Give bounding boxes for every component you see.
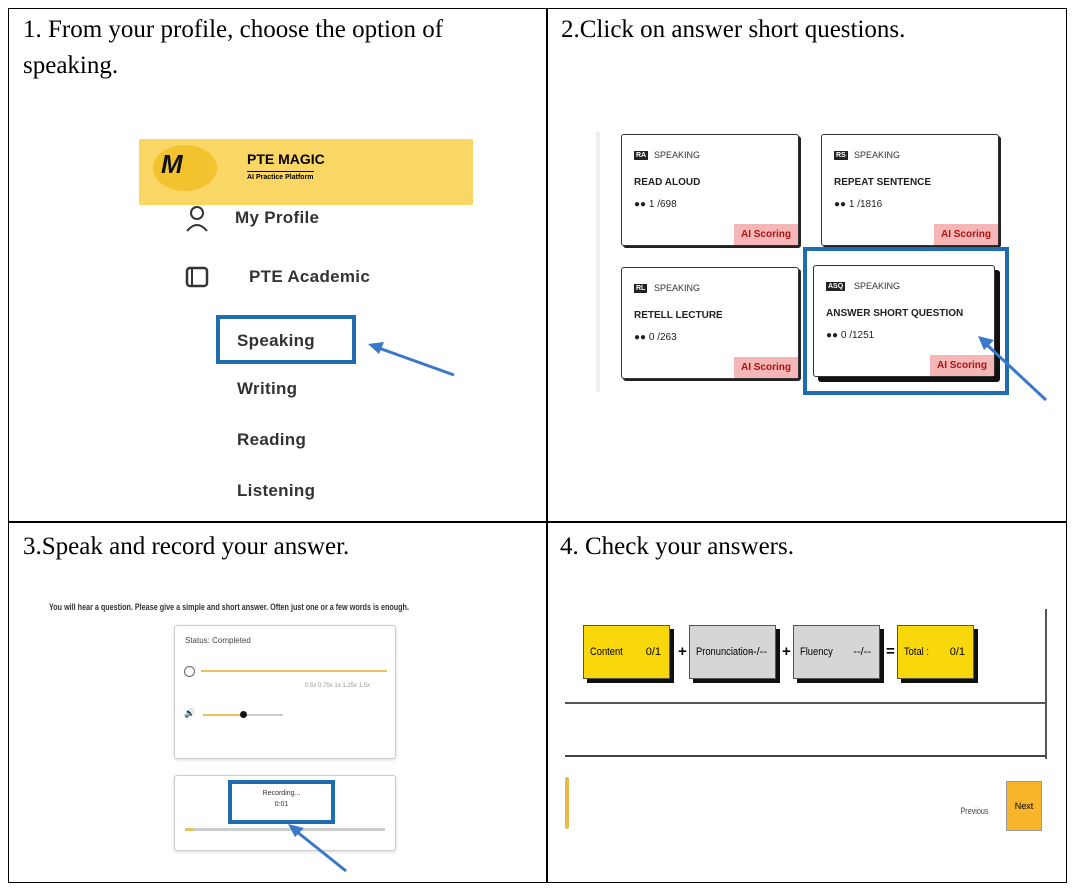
volume-slider-thumb[interactable] (240, 711, 247, 718)
fluency-score-box: Fluency --/-- (793, 625, 880, 679)
step-2-text: 2.Click on answer short questions. (561, 16, 906, 43)
ai-scoring-badge: AI Scoring (733, 224, 798, 245)
ra-icon: RA (634, 151, 649, 160)
sidebar-item-reading[interactable]: Reading (237, 430, 306, 450)
brand-name: PTE MAGIC (247, 151, 325, 167)
rl-icon: RL (634, 284, 648, 293)
speed-options[interactable]: 0.5x 0.75x 1x 1.25x 1.5x (305, 683, 370, 689)
instruction-table: 1. From your profile, choose the option … (8, 8, 1067, 883)
card-count: ●● 0 /263 (634, 332, 677, 343)
previous-button[interactable]: Previous (961, 806, 989, 816)
card-skill: SPEAKING (654, 283, 701, 293)
recording-progress-fill (185, 828, 193, 831)
status-text: Status: Completed (185, 636, 251, 645)
fluency-value: --/-- (853, 646, 871, 658)
logo-letter: M (161, 149, 183, 179)
pronunciation-value: --/-- (749, 646, 767, 658)
card-count: ●● 1 /1816 (834, 199, 883, 210)
asq-icon: ASQ (826, 282, 846, 291)
recording-status: Recording... (262, 790, 301, 797)
pronunciation-label: Pronunciation (696, 646, 754, 658)
user-icon (186, 206, 208, 232)
next-button[interactable]: Next (1006, 781, 1042, 831)
card-count: ●● 1 /698 (634, 199, 677, 210)
ai-scoring-badge: AI Scoring (733, 357, 798, 378)
card-answer-short-question[interactable]: ASQ SPEAKING ANSWER SHORT QUESTION ●● 0 … (813, 265, 995, 377)
card-count: ●● 0 /1251 (826, 330, 875, 341)
volume-icon: 🔊 (184, 708, 196, 718)
total-score-box: Total : 0/1 (897, 625, 974, 679)
recording-time: 0:01 (274, 801, 289, 808)
panel-divider (565, 702, 1046, 704)
card-skill: SPEAKING (854, 281, 901, 291)
fluency-label: Fluency (800, 646, 833, 658)
sidebar-item-writing[interactable]: Writing (237, 379, 297, 399)
question-instruction: You will hear a question. Please give a … (49, 602, 409, 612)
equals-sign: = (886, 643, 895, 660)
sidebar-item-speaking[interactable]: Speaking (237, 331, 315, 351)
step-1-text: 1. From your profile, choose the option … (23, 16, 444, 79)
play-icon[interactable] (184, 666, 195, 677)
column-divider (546, 9, 548, 882)
card-retell-lecture[interactable]: RL SPEAKING RETELL LECTURE ●● 0 /263 AI … (621, 267, 799, 379)
card-repeat-sentence[interactable]: RS SPEAKING REPEAT SENTENCE ●● 1 /1816 A… (821, 134, 999, 246)
brand-banner: M PTE MAGIC AI Practice Platform (139, 139, 473, 205)
sidebar-item-pte-academic[interactable]: PTE Academic (249, 267, 370, 287)
row-divider (9, 521, 1066, 523)
pronunciation-score-box: Pronunciation --/-- (689, 625, 776, 679)
card-title: REPEAT SENTENCE (834, 177, 932, 188)
panel-right-edge (1045, 609, 1047, 759)
panel-bottom-edge (565, 755, 1046, 757)
content-label: Content (590, 646, 623, 658)
content-value: 0/1 (645, 646, 661, 658)
pointer-arrow-icon (368, 342, 455, 377)
card-title: RETELL LECTURE (634, 310, 723, 321)
card-read-aloud[interactable]: RA SPEAKING READ ALOUD ●● 1 /698 AI Scor… (621, 134, 799, 246)
back-button-edge[interactable] (565, 777, 569, 829)
pointer-arrow-icon (288, 824, 347, 873)
card-title: READ ALOUD (634, 177, 701, 188)
card-skill: SPEAKING (854, 150, 901, 160)
playback-progress[interactable] (201, 670, 387, 672)
content-score-box: Content 0/1 (583, 625, 670, 679)
step-4-text: 4. Check your answers. (560, 533, 794, 560)
volume-fill (203, 714, 243, 716)
pointer-arrow-icon (978, 336, 1048, 402)
sidebar-item-my-profile[interactable]: My Profile (235, 208, 319, 228)
audio-player-panel: Status: Completed 0.5x 0.75x 1x 1.25x 1.… (174, 625, 396, 759)
book-icon (185, 266, 209, 288)
rs-icon: RS (834, 151, 848, 160)
card-title: ANSWER SHORT QUESTION (826, 308, 964, 319)
card-skill: SPEAKING (654, 150, 701, 160)
total-label: Total : (904, 646, 929, 658)
scroll-edge (596, 132, 600, 392)
volume-track (243, 714, 283, 716)
total-value: 0/1 (949, 646, 965, 658)
sidebar-item-listening[interactable]: Listening (237, 481, 315, 501)
ai-scoring-badge: AI Scoring (933, 224, 998, 245)
step-3-text: 3.Speak and record your answer. (23, 533, 350, 560)
plus-sign: + (678, 643, 687, 660)
plus-sign: + (782, 643, 791, 660)
brand-subtitle: AI Practice Platform (247, 171, 314, 181)
